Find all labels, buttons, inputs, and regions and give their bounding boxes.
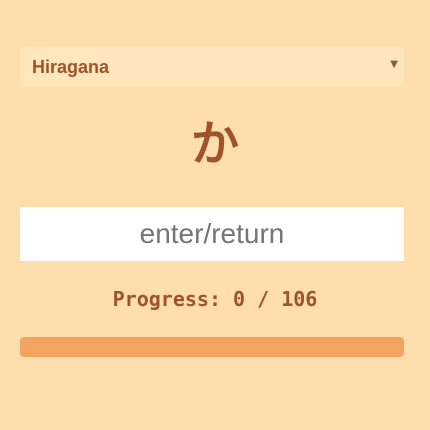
script-select[interactable]: Hiragana ▼ <box>20 47 404 87</box>
progress-text: Progress: 0 / 106 <box>112 287 318 311</box>
progress-bar <box>20 337 404 357</box>
dropdown-arrow-icon: ▼ <box>390 59 398 70</box>
script-select-value: Hiragana <box>32 56 110 77</box>
answer-input[interactable] <box>20 207 404 261</box>
current-kana: か <box>190 116 239 172</box>
